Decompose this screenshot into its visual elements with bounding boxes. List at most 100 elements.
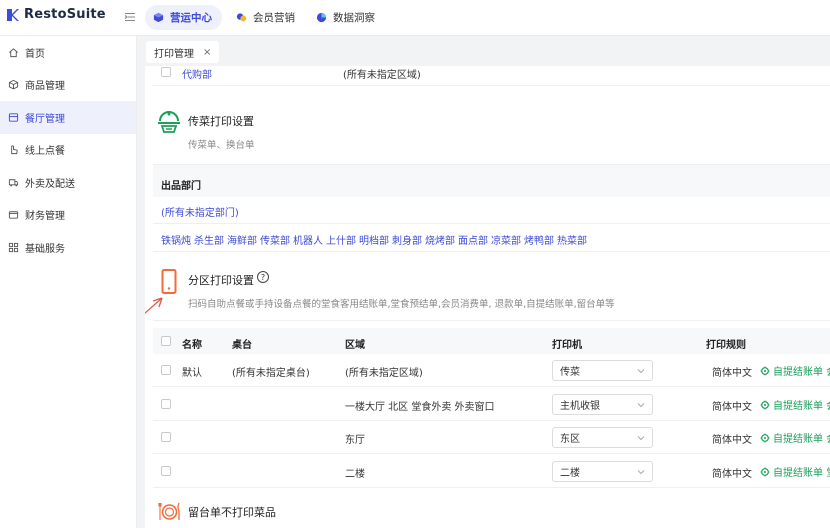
sidebar-item-online-ordering[interactable]: 线上点餐: [0, 134, 136, 167]
dept-name-link[interactable]: 代购部: [182, 66, 212, 81]
row-area: 东厅: [345, 435, 365, 446]
printer-select[interactable]: 主机收银: [552, 394, 653, 415]
wallet-icon: [8, 211, 19, 219]
dept-link[interactable]: 海鲜部: [227, 232, 257, 247]
dept-link[interactable]: 铁锅炖: [161, 232, 191, 247]
chevron-down-icon: [637, 369, 645, 374]
divider: [153, 251, 830, 252]
top-bar: RestoSuite 营运中心 会员营销 数据洞察: [0, 0, 830, 36]
collapse-menu-icon[interactable]: [124, 11, 136, 23]
sidebar-item-products[interactable]: 商品管理: [0, 69, 136, 102]
logo-mark-icon: [7, 8, 19, 21]
table-row: 默认 (所有未指定桌台) (所有未指定区域) 传菜 简体中文 自提结账单 会: [153, 354, 830, 387]
top-tab-data-insights[interactable]: 数据洞察: [308, 5, 385, 30]
col-header-printer: 打印机: [552, 340, 582, 351]
dept-link[interactable]: 烧烤部: [425, 232, 455, 247]
close-icon[interactable]: ×: [203, 47, 211, 58]
page-tab-print-management[interactable]: 打印管理 ×: [146, 41, 220, 63]
table-row: 二楼 二楼 简体中文 自提结账单 堂: [153, 454, 830, 488]
divider: [153, 85, 830, 86]
dept-link[interactable]: 凉菜部: [491, 232, 521, 247]
divider: [153, 223, 830, 224]
sidebar-item-basic-services[interactable]: 基础服务: [0, 231, 136, 264]
serving-section-subtitle: 传菜单、换台单: [188, 140, 255, 151]
row-language: 简体中文: [712, 402, 752, 413]
row-table: (所有未指定桌台): [232, 368, 310, 379]
home-icon: [9, 47, 18, 57]
dept-link[interactable]: 面点部: [458, 232, 488, 247]
dept-link[interactable]: 上什部: [326, 232, 356, 247]
print-rule-link[interactable]: 自提结账单 堂: [760, 464, 830, 479]
row-language: 简体中文: [712, 368, 752, 379]
sidebar-item-delivery[interactable]: 外卖及配送: [0, 166, 136, 199]
sidebar-item-finance[interactable]: 财务管理: [0, 199, 136, 232]
app-logo[interactable]: RestoSuite: [6, 7, 106, 22]
table-row: 一楼大厅 北区 堂食外卖 外卖窗口 主机收银 简体中文 自提结账单 会: [153, 387, 830, 421]
rule-gear-icon: [760, 366, 770, 375]
help-icon[interactable]: ?: [257, 271, 269, 283]
grid-icon: [8, 242, 19, 252]
select-all-checkbox[interactable]: [161, 336, 171, 346]
print-rule-link[interactable]: 自提结账单 会: [760, 397, 830, 412]
sidebar: 首页 商品管理 餐厅管理 线上点餐 外卖及配送 财务管理 基础服务: [0, 36, 137, 528]
col-header-print-rule: 打印规则: [706, 340, 746, 351]
rule-gear-icon: [760, 433, 770, 442]
rule-gear-icon: [760, 400, 770, 409]
chevron-down-icon: [637, 470, 645, 475]
hand-icon: [11, 145, 18, 155]
dept-link[interactable]: 刺身部: [392, 232, 422, 247]
dept-header: 出品部门: [161, 181, 201, 192]
page-tab-bar: 打印管理 ×: [137, 36, 830, 66]
rule-gear-icon: [760, 467, 770, 476]
dept-link[interactable]: 明档部: [359, 232, 389, 247]
divider: [153, 320, 830, 321]
dept-list: 铁锅炖 杀生部 海鲜部 传菜部 机器人 上什部 明档部 刺身部 烧烤部 面点部 …: [161, 232, 587, 247]
row-checkbox[interactable]: [161, 67, 171, 77]
table-row: 东厅 东区 简体中文 自提结账单 会: [153, 421, 830, 454]
top-tab-member-marketing[interactable]: 会员营销: [228, 5, 305, 30]
row-checkbox[interactable]: [161, 432, 171, 442]
member-icon: [236, 13, 247, 22]
dept-link[interactable]: 杀生部: [194, 232, 224, 247]
printer-select[interactable]: 传菜: [552, 360, 653, 381]
dept-link[interactable]: 烤鸭部: [524, 232, 554, 247]
row-name-link[interactable]: 默认: [182, 364, 202, 379]
unassigned-dept-link[interactable]: (所有未指定部门): [161, 204, 239, 219]
row-area: 二楼: [345, 469, 365, 480]
sidebar-item-restaurant[interactable]: 餐厅管理: [0, 101, 136, 134]
cube-icon: [153, 12, 164, 23]
printer-select[interactable]: 东区: [552, 427, 653, 448]
dining-icon: [158, 502, 180, 520]
dept-area: (所有未指定区域): [343, 70, 421, 81]
restaurant-icon: [8, 113, 19, 122]
col-header-area: 区域: [345, 340, 365, 351]
top-tab-operations[interactable]: 营运中心: [145, 5, 222, 30]
print-rule-link[interactable]: 自提结账单 会: [760, 430, 830, 445]
row-checkbox[interactable]: [161, 399, 171, 409]
dept-link[interactable]: 机器人: [293, 232, 323, 247]
dept-header-bar: [153, 165, 830, 197]
dept-link[interactable]: 传菜部: [260, 232, 290, 247]
row-area: (所有未指定区域): [345, 368, 423, 379]
box-icon: [8, 80, 19, 90]
row-language: 简体中文: [712, 469, 752, 480]
col-header-table: 桌台: [232, 340, 252, 351]
row-checkbox[interactable]: [161, 466, 171, 476]
dept-link[interactable]: 热菜部: [557, 232, 587, 247]
bottom-section-title: 留台单不打印菜品: [188, 506, 276, 519]
chevron-down-icon: [637, 436, 645, 441]
printer-select[interactable]: 二楼: [552, 461, 653, 482]
serving-print-icon: [158, 111, 180, 133]
table-header: 名称 桌台 区域 打印机 打印规则: [153, 328, 830, 354]
row-checkbox[interactable]: [161, 365, 171, 375]
chevron-down-icon: [637, 403, 645, 408]
row-language: 简体中文: [712, 435, 752, 446]
sidebar-item-home[interactable]: 首页: [0, 36, 136, 69]
zone-section-title: 分区打印设置: [188, 274, 254, 287]
col-header-name: 名称: [182, 340, 202, 351]
serving-section-title: 传菜打印设置: [188, 115, 254, 128]
row-area: 一楼大厅 北区 堂食外卖 外卖窗口: [345, 402, 495, 413]
delivery-icon: [8, 179, 19, 187]
print-rule-link[interactable]: 自提结账单 会: [760, 363, 830, 378]
chart-icon: [316, 12, 327, 23]
